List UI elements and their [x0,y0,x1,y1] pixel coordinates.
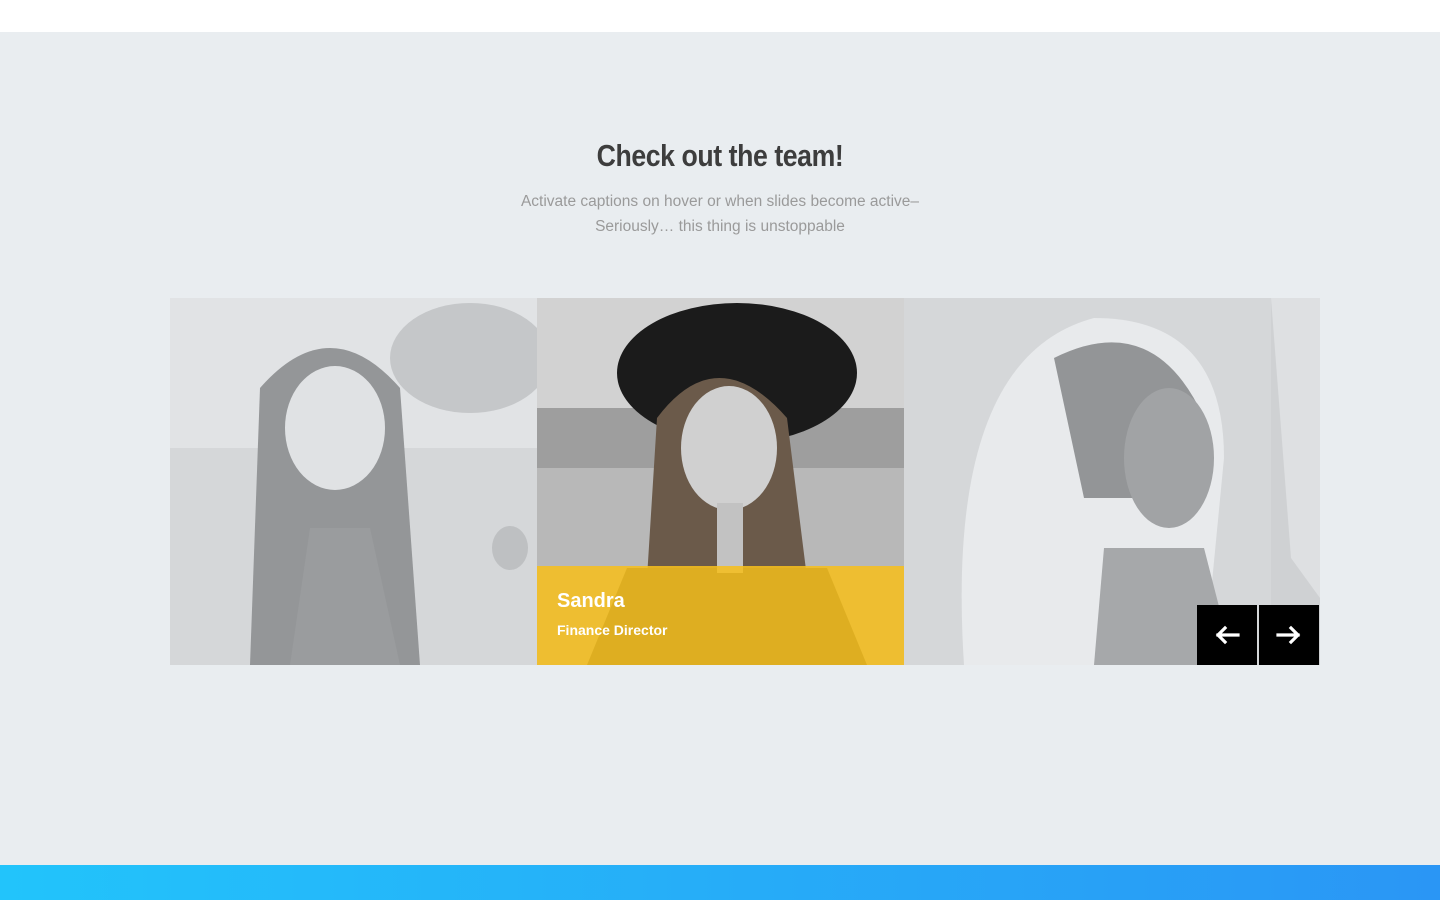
slide-caption: Sandra Finance Director [537,566,904,665]
next-button[interactable] [1259,605,1319,665]
member-role: Finance Director [557,622,668,638]
section-title: Check out the team! [596,138,844,173]
member-name: Sandra [557,590,625,612]
team-photo-1 [170,298,537,665]
section-subtitle: Activate captions on hover or when slide… [520,193,920,235]
slide-2-active[interactable]: Sandra Finance Director [537,298,904,665]
slide-1[interactable] [170,298,537,665]
team-section: Check out the team! Activate captions on… [0,32,1440,865]
team-carousel: Sandra Finance Director [170,298,1320,665]
footer-gradient-bar [0,865,1440,900]
arrow-right-icon [1276,625,1301,645]
prev-button[interactable] [1197,605,1257,665]
top-bar [0,0,1440,32]
arrow-left-icon [1215,625,1240,645]
